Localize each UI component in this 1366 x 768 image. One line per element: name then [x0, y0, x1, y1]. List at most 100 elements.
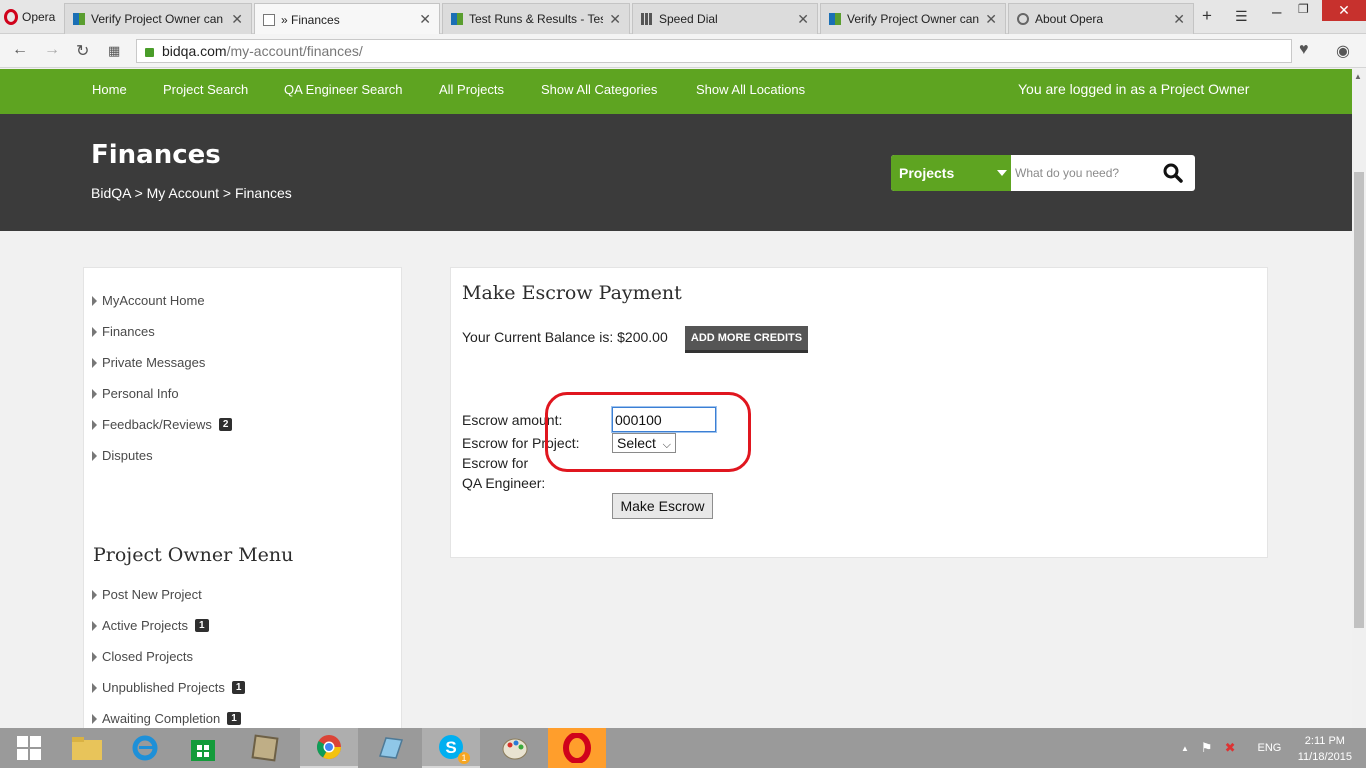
tab-finances[interactable]: » Finances ✕: [254, 3, 440, 35]
count-badge: 1: [194, 619, 209, 632]
nav-all-projects[interactable]: All Projects: [439, 82, 504, 97]
add-more-credits-button[interactable]: ADD MORE CREDITS: [685, 326, 808, 353]
sidebar-item-myaccount-home[interactable]: MyAccount Home: [92, 293, 205, 308]
sidebar-item-label: Finances: [102, 324, 155, 339]
tab-verify-owner-2[interactable]: Verify Project Owner can ✕: [820, 3, 1006, 34]
close-tab-icon[interactable]: ✕: [985, 11, 997, 28]
search-icon[interactable]: [1163, 163, 1183, 183]
sidebar-item-label: Disputes: [102, 448, 153, 463]
taskbar-app-utility[interactable]: [236, 728, 294, 768]
taskbar-file-explorer[interactable]: [58, 728, 116, 768]
close-tab-icon[interactable]: ✕: [419, 11, 431, 28]
site-search: Projects: [891, 155, 1195, 191]
scroll-up-icon[interactable]: ▲: [1354, 72, 1362, 81]
heart-icon[interactable]: ♥: [1299, 41, 1309, 59]
nav-qa-engineer-search[interactable]: QA Engineer Search: [284, 82, 403, 97]
taskbar-internet-explorer[interactable]: [116, 728, 174, 768]
project-select-value: Select: [617, 435, 656, 451]
sidebar-item-post-new-project[interactable]: Post New Project: [92, 587, 202, 602]
minimize-icon[interactable]: –: [1272, 2, 1281, 22]
nav-show-all-categories[interactable]: Show All Categories: [541, 82, 657, 97]
tab-test-runs[interactable]: Test Runs & Results - Tes ✕: [442, 3, 630, 34]
page-header: Finances BidQA > My Account > Finances P…: [0, 114, 1352, 231]
show-hidden-icons-icon[interactable]: ▲: [1181, 744, 1189, 753]
nav-home[interactable]: Home: [92, 82, 127, 97]
tab-menu-icon[interactable]: ☰: [1235, 8, 1248, 25]
speed-dial-grid-icon[interactable]: ▦: [108, 43, 120, 59]
sidebar-item-label: Active Projects: [102, 618, 188, 633]
sidebar-item-label: Personal Info: [102, 386, 179, 401]
escrow-title: Make Escrow Payment: [462, 282, 682, 304]
restore-icon[interactable]: ❐: [1298, 2, 1309, 16]
tab-about-opera[interactable]: About Opera ✕: [1008, 3, 1194, 34]
page-title: Finances: [91, 140, 221, 170]
triangle-right-icon: [92, 388, 97, 399]
start-button[interactable]: [0, 728, 58, 768]
sidebar-item-closed-projects[interactable]: Closed Projects: [92, 649, 193, 664]
forward-icon[interactable]: →: [44, 41, 60, 59]
close-tab-icon[interactable]: ✕: [231, 11, 243, 28]
close-tab-icon[interactable]: ✕: [797, 11, 809, 28]
escrow-project-label: Escrow for Project:: [462, 435, 580, 451]
count-badge: 1: [227, 712, 241, 725]
action-center-icon[interactable]: ⚑: [1201, 740, 1213, 756]
sidebar-item-label: Closed Projects: [102, 649, 194, 664]
taskbar-paint[interactable]: [486, 728, 544, 768]
sidebar-item-label: Feedback/Reviews: [102, 417, 212, 432]
taskbar-skype[interactable]: S 1: [422, 728, 480, 768]
search-category-select[interactable]: Projects: [891, 155, 1011, 191]
nav-show-all-locations[interactable]: Show All Locations: [696, 82, 805, 97]
system-clock[interactable]: 2:11 PM 11/18/2015: [1298, 733, 1352, 765]
nav-project-search[interactable]: Project Search: [163, 82, 248, 97]
opera-menu-button[interactable]: Opera: [0, 0, 62, 34]
chrome-icon: [316, 735, 341, 760]
address-bar: ← → ↻ ▦ bidqa.com/my-account/finances/ ♥…: [0, 34, 1366, 68]
tab-speed-dial[interactable]: Speed Dial ✕: [632, 3, 818, 34]
escrow-engineer-label-line2: QA Engineer:: [462, 475, 546, 491]
window-close-icon[interactable]: ✕: [1322, 0, 1366, 21]
login-status: You are logged in as a Project Owner: [1018, 81, 1250, 97]
triangle-right-icon: [92, 295, 97, 306]
system-tray: ▲ ⚑ ✖ ENG: [1181, 728, 1281, 768]
sidebar-item-awaiting-completion[interactable]: Awaiting Completion 1: [92, 711, 241, 726]
search-category-label: Projects: [899, 165, 955, 181]
triangle-right-icon: [92, 682, 97, 693]
triangle-right-icon: [92, 651, 97, 662]
sidebar-item-unpublished-projects[interactable]: Unpublished Projects 1: [92, 680, 246, 695]
taskbar-store[interactable]: [174, 728, 232, 768]
page-scrollbar[interactable]: ▲: [1352, 69, 1366, 728]
scrollbar-thumb[interactable]: [1354, 172, 1364, 628]
triangle-right-icon: [92, 589, 97, 600]
escrow-project-select[interactable]: Select ⌵: [612, 433, 676, 453]
project-owner-menu-title: Project Owner Menu: [93, 544, 294, 566]
sidebar-item-private-messages[interactable]: Private Messages: [92, 355, 205, 370]
count-badge: 2: [218, 418, 233, 431]
account-icon[interactable]: ◉: [1336, 41, 1350, 61]
current-balance: Your Current Balance is: $200.00: [462, 329, 668, 345]
notes-app-icon: [378, 737, 404, 759]
reload-icon[interactable]: ↻: [76, 41, 89, 61]
close-tab-icon[interactable]: ✕: [609, 11, 621, 28]
tab-verify-owner-1[interactable]: Verify Project Owner can ✕: [64, 3, 252, 34]
account-sidebar: MyAccount Home Finances Private Messages…: [83, 267, 402, 728]
search-input[interactable]: [1015, 163, 1155, 183]
escrow-panel: Make Escrow Payment Your Current Balance…: [450, 267, 1268, 558]
input-language[interactable]: ENG: [1257, 742, 1281, 754]
back-icon[interactable]: ←: [12, 41, 28, 59]
sidebar-item-feedback-reviews[interactable]: Feedback/Reviews 2: [92, 417, 233, 432]
sidebar-item-active-projects[interactable]: Active Projects 1: [92, 618, 209, 633]
taskbar-opera[interactable]: [548, 728, 606, 768]
sidebar-item-disputes[interactable]: Disputes: [92, 448, 153, 463]
taskbar-notes-app[interactable]: [360, 728, 418, 768]
store-icon: [191, 740, 215, 761]
volume-muted-icon[interactable]: ✖: [1225, 740, 1236, 756]
make-escrow-button[interactable]: Make Escrow: [612, 493, 713, 519]
taskbar-chrome[interactable]: [300, 728, 358, 768]
sidebar-item-finances[interactable]: Finances: [92, 324, 155, 339]
sidebar-item-personal-info[interactable]: Personal Info: [92, 386, 179, 401]
new-tab-icon[interactable]: +: [1202, 6, 1212, 26]
escrow-amount-input[interactable]: [612, 407, 716, 432]
opera-icon: [1017, 13, 1029, 25]
close-tab-icon[interactable]: ✕: [1173, 11, 1185, 28]
url-field[interactable]: bidqa.com/my-account/finances/: [136, 39, 1292, 63]
